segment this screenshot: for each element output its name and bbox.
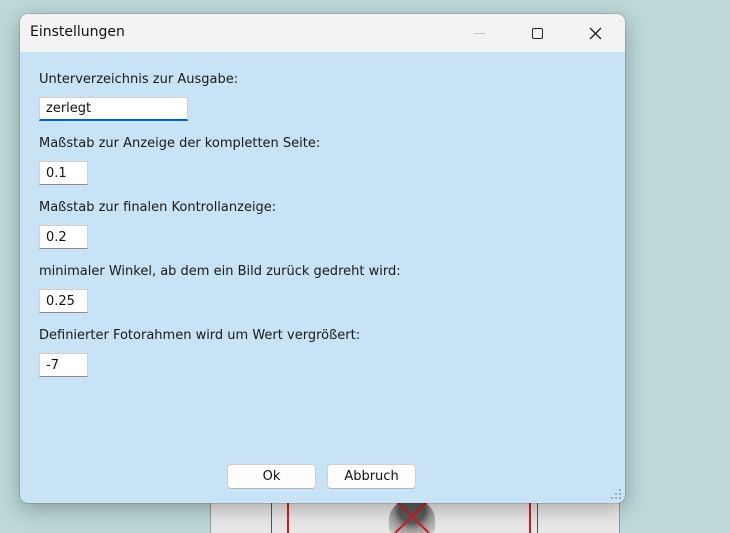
- page-scale-label: Maßstab zur Anzeige der kompletten Seite…: [39, 136, 321, 151]
- resize-grip-icon[interactable]: [609, 487, 623, 501]
- ok-button[interactable]: Ok: [227, 464, 316, 489]
- maximize-icon: [531, 27, 543, 39]
- window-title: Einstellungen: [30, 24, 125, 40]
- title-bar[interactable]: Einstellungen: [20, 14, 625, 52]
- frame-enlarge-input[interactable]: [39, 353, 88, 377]
- control-scale-label: Maßstab zur finalen Kontrollanzeige:: [39, 200, 277, 215]
- close-button[interactable]: [566, 14, 624, 52]
- close-icon: [589, 27, 601, 39]
- minimize-icon: [473, 32, 485, 34]
- minimize-button[interactable]: [450, 14, 508, 52]
- frame-enlarge-label: Definierter Fotorahmen wird um Wert verg…: [39, 328, 361, 343]
- output-subdir-input[interactable]: [39, 97, 188, 121]
- cancel-button[interactable]: Abbruch: [327, 464, 416, 489]
- page-scale-input[interactable]: [39, 161, 88, 185]
- photo-marker-cross: [394, 499, 430, 533]
- min-angle-label: minimaler Winkel, ab dem ein Bild zurück…: [39, 264, 401, 279]
- output-subdir-label: Unterverzeichnis zur Ausgabe:: [39, 72, 239, 87]
- maximize-button[interactable]: [508, 14, 566, 52]
- settings-dialog: Einstellungen Unterverzeichnis zur Ausga…: [20, 14, 625, 503]
- control-scale-input[interactable]: [39, 225, 88, 249]
- min-angle-input[interactable]: [39, 289, 88, 313]
